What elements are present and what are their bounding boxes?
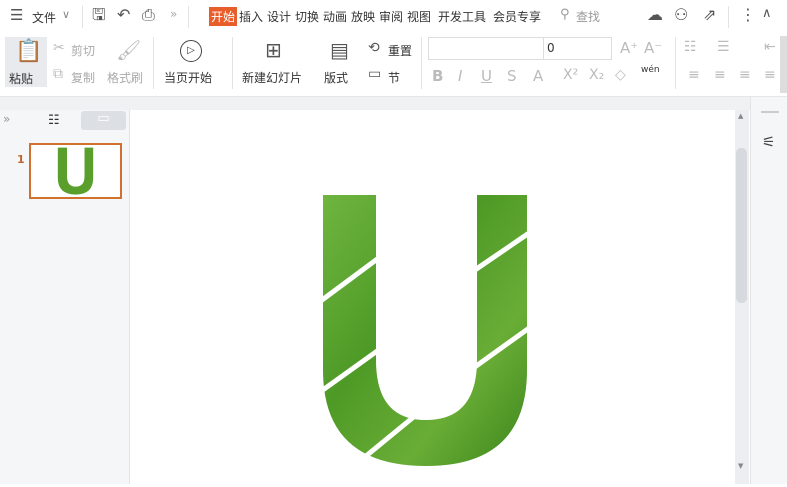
- tab-insert[interactable]: 插入: [239, 8, 263, 25]
- font-size-select[interactable]: 0: [543, 37, 612, 60]
- cut-button[interactable]: 剪切: [71, 42, 95, 59]
- divider: [675, 37, 676, 89]
- thumbnail-letter-u: [57, 147, 94, 195]
- divider: [82, 6, 83, 28]
- scroll-down-icon[interactable]: ▼: [738, 462, 743, 470]
- subscript-icon[interactable]: X₂: [589, 67, 604, 83]
- shrink-font-icon[interactable]: A⁻: [644, 39, 662, 57]
- underline-icon[interactable]: U: [481, 67, 492, 85]
- brush-icon: 🖌: [116, 38, 142, 62]
- play-from-current-button[interactable]: 当页开始: [164, 69, 212, 86]
- superscript-icon[interactable]: X²: [563, 67, 578, 83]
- align-right-icon[interactable]: ≡: [739, 67, 751, 83]
- layout-icon: ▤: [330, 38, 349, 62]
- eraser-icon[interactable]: ◇: [615, 67, 626, 83]
- more-icon[interactable]: »: [170, 8, 177, 20]
- decrease-indent-icon[interactable]: ⇤: [764, 39, 776, 55]
- numbering-icon[interactable]: ☰: [717, 39, 730, 55]
- copy-icon: ⧉: [53, 66, 63, 82]
- reset-button[interactable]: 重置: [388, 42, 412, 59]
- collapse-ribbon-icon[interactable]: ∧: [762, 7, 772, 20]
- divider: [728, 6, 729, 28]
- format-painter-button[interactable]: 格式刷: [107, 69, 143, 86]
- tab-design[interactable]: 设计: [267, 8, 291, 25]
- section-button[interactable]: 节: [388, 69, 400, 86]
- align-center-icon[interactable]: ≡: [714, 67, 726, 83]
- reset-icon: ⟲: [368, 40, 380, 56]
- tab-review[interactable]: 审阅: [379, 8, 403, 25]
- bold-icon[interactable]: B: [432, 67, 443, 85]
- hamburger-icon[interactable]: ☰: [10, 8, 23, 23]
- tab-slideshow[interactable]: 放映: [351, 8, 375, 25]
- scroll-up-icon[interactable]: ▲: [738, 112, 743, 120]
- italic-icon[interactable]: I: [458, 67, 462, 85]
- paste-button[interactable]: 📋 粘贴: [5, 37, 47, 87]
- slide-thumbnail[interactable]: [29, 143, 122, 199]
- layout-button[interactable]: 版式: [324, 69, 348, 86]
- right-sidebar: ⚟: [750, 97, 787, 484]
- expand-panel-icon[interactable]: »: [3, 112, 10, 126]
- align-left-icon[interactable]: ≡: [688, 67, 700, 83]
- divider: [188, 6, 189, 28]
- divider: [153, 37, 154, 89]
- title-bar: ☰ 文件 ∨ 🖫 ↶ ⎙ » 开始 插入 设计 切换 动画 放映 审阅 视图 开…: [0, 0, 787, 33]
- strikethrough-icon[interactable]: S: [507, 67, 517, 85]
- slide-number: 1: [17, 153, 25, 166]
- export-icon[interactable]: ⇗: [703, 7, 716, 23]
- paste-label: 粘贴: [9, 72, 34, 86]
- slide-canvas[interactable]: [130, 110, 735, 484]
- tab-developer[interactable]: 开发工具: [438, 8, 486, 25]
- chevron-down-icon[interactable]: ∨: [62, 9, 70, 20]
- font-color-icon[interactable]: A: [533, 67, 543, 85]
- undo-icon[interactable]: ↶: [117, 7, 130, 23]
- vertical-scrollbar[interactable]: ▲ ▼: [735, 110, 749, 484]
- justify-icon[interactable]: ≡: [764, 67, 776, 83]
- save-icon[interactable]: 🖫: [92, 7, 106, 23]
- settings-sliders-icon[interactable]: ⚟: [762, 133, 775, 151]
- section-icon: ▭: [368, 66, 382, 82]
- tab-animation[interactable]: 动画: [323, 8, 347, 25]
- paste-icon: 📋: [15, 39, 43, 64]
- search-icon[interactable]: ⚲: [560, 8, 570, 21]
- divider: [232, 37, 233, 89]
- scissors-icon: ✂: [53, 40, 65, 56]
- divider: [421, 37, 422, 89]
- ribbon-gap: [0, 97, 787, 110]
- file-menu[interactable]: 文件: [32, 9, 56, 26]
- copy-button[interactable]: 复制: [71, 69, 95, 86]
- phonetic-guide-button[interactable]: wén: [641, 65, 660, 75]
- font-size-value: 0: [547, 41, 555, 55]
- ribbon: 📋 粘贴 ✂ 剪切 ⧉ 复制 🖌 格式刷 ▷ 当页开始 ⊞ 新建幻灯片 ▤ 版式…: [0, 33, 787, 97]
- share-user-icon[interactable]: ⚇: [674, 7, 688, 23]
- scrollbar-thumb[interactable]: [736, 148, 747, 303]
- print-icon[interactable]: ⎙: [142, 7, 155, 23]
- tab-home[interactable]: 开始: [209, 7, 238, 26]
- tab-view[interactable]: 视图: [407, 8, 431, 25]
- new-slide-icon: ⊞: [265, 38, 282, 62]
- cloud-icon[interactable]: ☁: [647, 7, 663, 23]
- slide-view-tab[interactable]: ▭: [81, 111, 126, 130]
- bullets-icon[interactable]: ☷: [684, 39, 697, 55]
- search-box[interactable]: 查找: [576, 8, 600, 25]
- new-slide-button[interactable]: 新建幻灯片: [242, 69, 302, 86]
- font-name-select[interactable]: [428, 37, 544, 60]
- play-icon: ▷: [180, 40, 202, 62]
- ribbon-scroll-right[interactable]: [780, 36, 787, 93]
- tab-transition[interactable]: 切换: [295, 8, 319, 25]
- grow-font-icon[interactable]: A⁺: [620, 39, 638, 57]
- tab-member[interactable]: 会员专享: [493, 8, 541, 25]
- outline-view-icon[interactable]: ☷: [48, 113, 60, 128]
- more-vertical-icon[interactable]: ⋮: [740, 7, 756, 23]
- slides-panel: » ☷ ▭ 1: [0, 110, 130, 484]
- panel-handle[interactable]: [761, 111, 779, 113]
- letter-u-graphic: [316, 195, 534, 466]
